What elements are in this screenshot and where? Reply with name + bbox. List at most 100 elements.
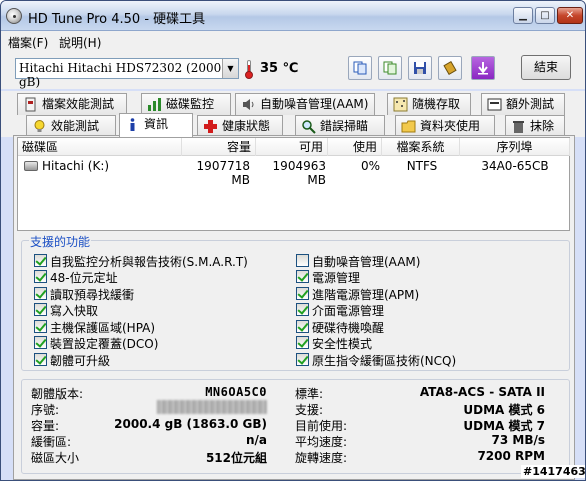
cell-used: 0% <box>360 159 380 173</box>
lightbulb-icon <box>34 120 45 132</box>
bar-chart-icon <box>148 98 161 111</box>
checkbox[interactable] <box>296 270 309 283</box>
tab-folder-usage[interactable]: 資料夾使用 <box>395 115 495 137</box>
tab-health[interactable]: 健康狀態 <box>197 115 283 137</box>
checkbox[interactable] <box>34 353 47 366</box>
checkbox[interactable] <box>34 270 47 283</box>
supported-value: UDMA 模式 6 <box>463 403 545 417</box>
checkbox[interactable] <box>296 287 309 300</box>
buffer-label: 緩衝區: <box>31 435 72 449</box>
capacity-value: 2000.4 gB (1863.0 GB) <box>114 417 267 431</box>
close-button[interactable]: ✕ <box>557 7 583 24</box>
copy-icon <box>353 61 367 75</box>
col-fs[interactable]: 檔案系統 <box>382 138 460 156</box>
thermometer-icon <box>245 60 253 79</box>
serial-label: 序號: <box>31 403 60 417</box>
table-row[interactable]: Hitachi (K:) 1907718 MB 1904963 MB 0% NT… <box>18 158 569 187</box>
cell-serial: 34A0-65CB <box>481 159 549 173</box>
col-volume[interactable]: 磁碟區 <box>18 138 182 156</box>
avg-speed-label: 平均速度: <box>295 435 348 449</box>
sector-size-label: 磁區大小 <box>31 451 80 465</box>
chip-icon <box>443 61 457 75</box>
toolbar: Hitachi Hitachi HDS72302 (2000 gB) ▼ 35 … <box>1 51 585 89</box>
rotation-value: 7200 RPM <box>477 449 545 463</box>
col-serial[interactable]: 序列埠 <box>460 138 570 156</box>
tab-random-access[interactable]: 隨機存取 <box>387 93 471 115</box>
temperature-readout: 35 ℃ <box>260 61 299 76</box>
options-button[interactable] <box>438 56 462 80</box>
capacity-label: 容量: <box>31 419 60 433</box>
trash-icon <box>513 121 524 133</box>
checkbox[interactable] <box>296 303 309 316</box>
tab-strip: 檔案效能測試 磁碟監控 自動噪音管理(AAM) 隨機存取 額外測試 效能測試 資… <box>1 91 585 137</box>
copy-info-button[interactable] <box>348 56 372 80</box>
rotation-label: 旋轉速度: <box>295 451 348 465</box>
copy-all-icon <box>383 61 397 75</box>
arrow-down-icon <box>478 62 488 75</box>
partition-list[interactable]: 磁碟區 容量 可用 使用 檔案系統 序列埠 Hitachi (K:) 19077… <box>17 137 570 231</box>
col-used[interactable]: 使用 <box>328 138 382 156</box>
watermark: #1417463 <box>521 465 586 478</box>
download-button[interactable] <box>471 56 495 80</box>
list-header: 磁碟區 容量 可用 使用 檔案系統 序列埠 <box>18 138 570 156</box>
menu-help[interactable]: 說明(H) <box>59 34 101 51</box>
health-cross-icon <box>204 120 217 133</box>
cell-capacity: 1907718 MB <box>196 159 250 187</box>
checkbox[interactable] <box>296 353 309 366</box>
hard-drive-icon <box>24 161 38 171</box>
serial-obscured <box>157 400 267 414</box>
drive-select-value: Hitachi Hitachi HDS72302 (2000 gB) <box>19 61 222 89</box>
col-capacity[interactable]: 容量 <box>182 138 256 156</box>
speaker-icon <box>243 99 254 110</box>
tab-erase[interactable]: 抹除 <box>505 115 565 137</box>
tab-error-scan[interactable]: 錯誤掃瞄 <box>295 115 385 137</box>
tab-extra-tests[interactable]: 額外測試 <box>481 93 565 115</box>
title-bar[interactable]: HD Tune Pro 4.50 - 硬碟工具 ▁ □ ✕ <box>1 1 585 31</box>
checkbox[interactable] <box>34 320 47 333</box>
info-icon <box>130 118 135 131</box>
save-button[interactable] <box>408 56 432 80</box>
cell-volume: Hitachi (K:) <box>42 159 110 173</box>
checkbox[interactable] <box>34 303 47 316</box>
checkbox[interactable] <box>34 336 47 349</box>
checkbox[interactable] <box>34 254 47 267</box>
firmware-label: 韌體版本: <box>31 387 84 401</box>
drive-select[interactable]: Hitachi Hitachi HDS72302 (2000 gB) ▼ <box>15 58 239 89</box>
random-access-icon <box>393 97 408 112</box>
features-title: 支援的功能 <box>29 233 92 250</box>
file-benchmark-icon <box>25 97 36 112</box>
cell-free: 1904963 MB <box>272 159 326 187</box>
col-free[interactable]: 可用 <box>256 138 328 156</box>
standard-value: ATA8-ACS - SATA II <box>419 385 545 399</box>
active-mode-value: UDMA 模式 7 <box>463 419 545 433</box>
buffer-value: n/a <box>245 433 267 447</box>
maximize-button[interactable]: □ <box>535 7 555 24</box>
checkbox[interactable] <box>296 254 309 267</box>
avg-speed-value: 73 MB/s <box>491 433 546 447</box>
active-mode-label: 目前使用: <box>295 419 348 433</box>
standard-label: 標準: <box>295 387 324 401</box>
disk-app-icon <box>6 8 22 24</box>
tab-aam[interactable]: 自動噪音管理(AAM) <box>235 93 375 115</box>
app-window: HD Tune Pro 4.50 - 硬碟工具 ▁ □ ✕ 檔案(F) 說明(H… <box>0 0 586 481</box>
checkbox[interactable] <box>296 320 309 333</box>
supported-label: 支援: <box>295 403 324 417</box>
minimize-button[interactable]: ▁ <box>513 7 533 24</box>
sector-size-value: 512位元組 <box>205 451 267 465</box>
cell-fs: NTFS <box>406 159 438 173</box>
menu-bar: 檔案(F) 說明(H) <box>1 31 585 51</box>
tab-benchmark[interactable]: 效能測試 <box>26 115 116 137</box>
checkbox[interactable] <box>296 336 309 349</box>
tab-file-benchmark[interactable]: 檔案效能測試 <box>17 93 127 115</box>
extra-tests-icon <box>487 98 502 111</box>
menu-file[interactable]: 檔案(F) <box>8 34 48 51</box>
tab-info[interactable]: 資訊 <box>119 113 193 137</box>
copy-all-button[interactable] <box>378 56 402 80</box>
firmware-value: MN6OA5C0 <box>205 385 267 399</box>
checkbox[interactable] <box>34 287 47 300</box>
magnifier-icon <box>302 120 316 134</box>
chevron-down-icon[interactable]: ▼ <box>222 59 238 78</box>
folder-icon <box>401 120 416 133</box>
tab-disk-monitor[interactable]: 磁碟監控 <box>141 93 231 115</box>
exit-button[interactable]: 結束 <box>521 55 571 80</box>
